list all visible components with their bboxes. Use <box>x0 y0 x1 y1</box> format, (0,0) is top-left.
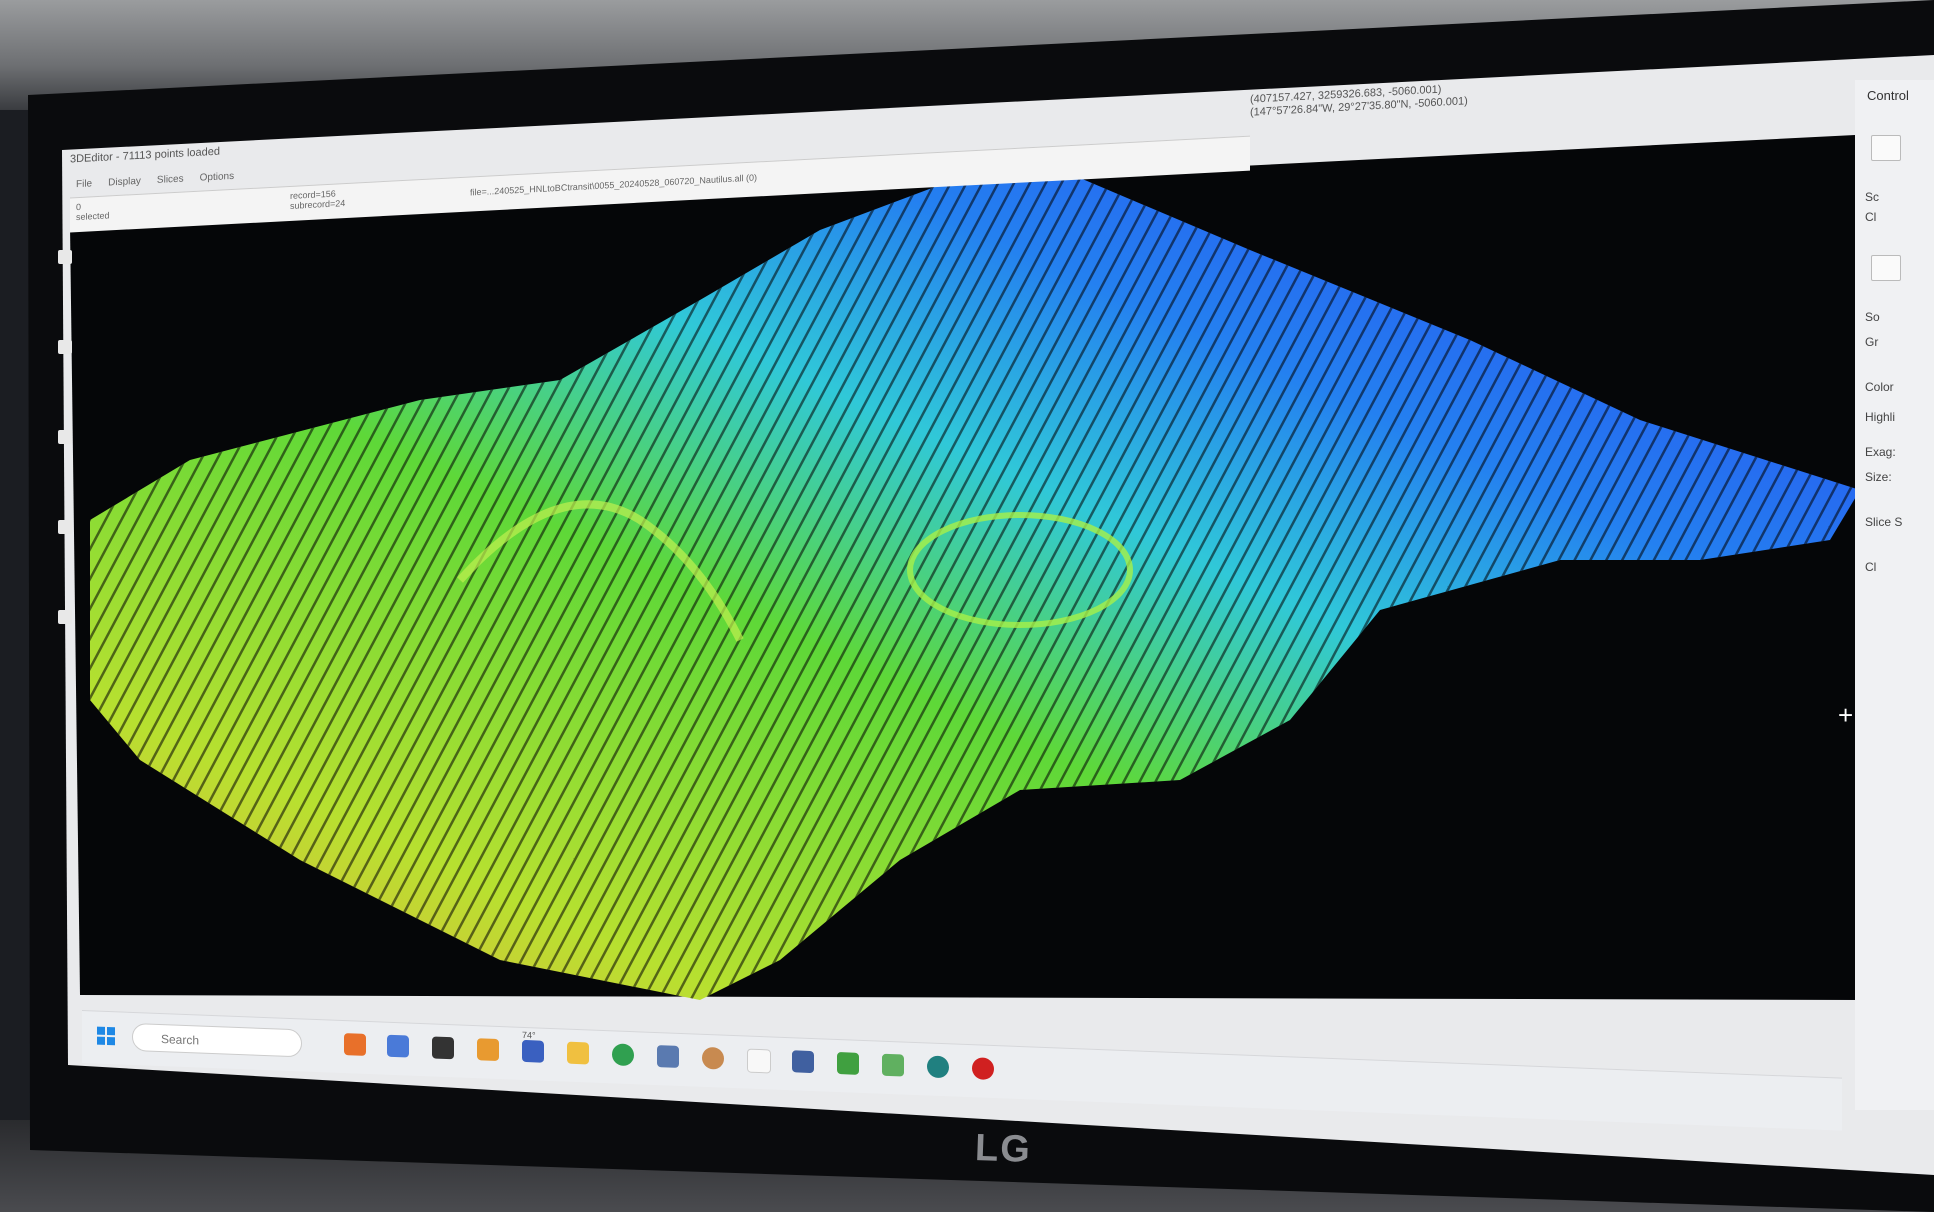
network-icon[interactable] <box>657 1045 679 1068</box>
photo-icon[interactable] <box>477 1038 499 1062</box>
brand-text: LG <box>974 1127 1033 1171</box>
desktop-icon[interactable] <box>58 340 72 354</box>
desktop-icon[interactable] <box>58 250 72 264</box>
select-tool-button[interactable] <box>1871 255 1901 281</box>
record-icon[interactable] <box>972 1057 994 1081</box>
checkbox-gr[interactable]: Gr <box>1865 335 1878 349</box>
calculator-icon[interactable] <box>792 1050 814 1074</box>
menu-display[interactable]: Display <box>108 176 141 189</box>
desktop-icon[interactable] <box>58 520 72 534</box>
highlight-label: Highli <box>1865 410 1896 424</box>
folder-icon[interactable] <box>344 1033 366 1056</box>
control-panel: Control Sc Cl So Gr Color Highli Exag: S… <box>1855 80 1934 1110</box>
teams-icon[interactable] <box>522 1039 544 1063</box>
app-icon[interactable] <box>387 1034 409 1058</box>
hand-tool-button[interactable] <box>1871 135 1901 161</box>
status-selected: 0 selected <box>76 201 110 223</box>
status-file: file=...240525_HNLtoBCtransit\0055_20240… <box>470 172 757 198</box>
clear-button[interactable]: Cl <box>1865 560 1876 574</box>
explorer-icon[interactable] <box>567 1041 589 1065</box>
search-input[interactable]: Search <box>132 1022 302 1058</box>
crosshair-cursor-icon: + <box>1838 700 1854 730</box>
checkbox-so[interactable]: So <box>1865 310 1880 324</box>
document-icon[interactable] <box>747 1048 771 1074</box>
status-record: record=156 subrecord=24 <box>290 188 346 211</box>
sheet-icon[interactable] <box>882 1053 904 1077</box>
search-placeholder: Search <box>161 1032 200 1048</box>
color-label: Color <box>1865 380 1894 394</box>
desktop-icon[interactable] <box>58 610 72 624</box>
weather-badge: 74° <box>522 1029 536 1041</box>
slice-label: Slice S <box>1865 515 1903 529</box>
exag-label: Exag: <box>1865 445 1896 459</box>
radio-scroll[interactable]: Sc <box>1865 190 1879 204</box>
coordinate-readout: (407157.427, 3259326.683, -5060.001) (14… <box>1250 82 1468 119</box>
chrome-icon[interactable] <box>612 1043 634 1067</box>
menu-options[interactable]: Options <box>200 171 234 184</box>
menu-bar: File Display Slices Options <box>76 171 234 190</box>
monitor-logo: LG <box>974 1127 1032 1172</box>
windows-start-icon[interactable] <box>96 1026 116 1047</box>
radio-clip[interactable]: Cl <box>1865 210 1876 224</box>
app-icon[interactable] <box>702 1046 724 1070</box>
desktop-icon[interactable] <box>58 430 72 444</box>
control-title: Control <box>1867 88 1909 103</box>
terminal-icon[interactable] <box>432 1036 454 1060</box>
menu-slices[interactable]: Slices <box>157 174 184 186</box>
size-label: Size: <box>1865 470 1892 484</box>
window-title: 3DEditor - 71113 points loaded <box>70 145 221 166</box>
edge-icon[interactable] <box>927 1055 949 1079</box>
spreadsheet-icon[interactable] <box>837 1052 859 1075</box>
menu-file[interactable]: File <box>76 178 92 190</box>
